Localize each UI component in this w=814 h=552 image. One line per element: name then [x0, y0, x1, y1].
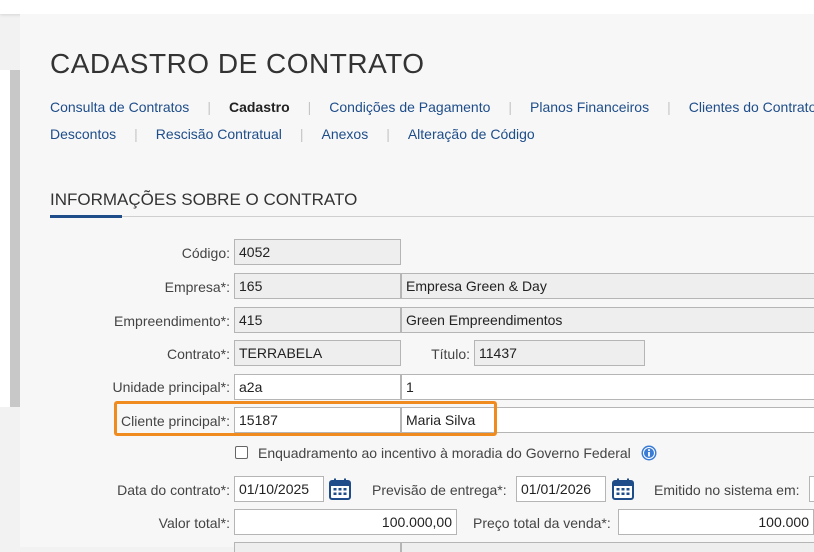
- contrato-field[interactable]: TERRABELA: [234, 340, 401, 366]
- previsao-entrega-label: Previsão de entrega*:: [372, 482, 507, 498]
- section-title: INFORMAÇÕES SOBRE O CONTRATO: [50, 190, 358, 209]
- data-contrato-label: Data do contrato*:: [117, 482, 230, 498]
- preco-total-venda-label: Preço total da venda*:: [473, 515, 611, 531]
- calendar-icon[interactable]: [612, 478, 634, 500]
- unidade-code-field[interactable]: a2a: [234, 374, 401, 400]
- empresa-name-field[interactable]: Empresa Green & Day: [401, 273, 814, 299]
- calendar-icon[interactable]: [329, 478, 351, 500]
- nav-separator: |: [299, 126, 304, 142]
- tab-descontos[interactable]: Descontos: [50, 126, 116, 142]
- preco-total-venda-field[interactable]: 100.000: [618, 509, 814, 535]
- empresa-label: Empresa*:: [164, 279, 230, 295]
- empreendimento-code-field[interactable]: 415: [234, 307, 401, 333]
- unidade-principal-label: Unidade principal*:: [112, 379, 230, 395]
- data-contrato-field[interactable]: 01/10/2025: [234, 476, 324, 502]
- contrato-label: Contrato*:: [166, 346, 230, 362]
- left-scrollbar[interactable]: [10, 70, 20, 407]
- section-divider: [50, 216, 814, 217]
- empresa-code-field[interactable]: 165: [234, 273, 401, 299]
- nav-separator: |: [667, 99, 671, 115]
- empreendimento-label: Empreendimento*:: [114, 313, 230, 329]
- previsao-entrega-field[interactable]: 01/01/2026: [516, 476, 606, 502]
- valor-total-field[interactable]: 100.000,00: [234, 509, 457, 535]
- emitido-sistema-label: Emitido no sistema em:: [654, 482, 800, 498]
- codigo-label: Código:: [181, 245, 230, 261]
- section-accent-bar: [50, 215, 122, 218]
- nav-tabs-row-2: Descontos | Rescisão Contratual | Anexos | Alt…: [50, 126, 535, 142]
- tab-clientes-do-contrato[interactable]: Clientes do Contrato: [689, 99, 814, 115]
- left-panel: [0, 70, 10, 407]
- titulo-label: Título:: [431, 346, 470, 362]
- info-icon[interactable]: [641, 445, 657, 461]
- nav-separator: |: [134, 126, 138, 142]
- nav-separator: |: [307, 99, 312, 115]
- valor-total-label: Valor total*:: [158, 515, 230, 531]
- unidade-name-field[interactable]: 1: [401, 374, 814, 400]
- titulo-field[interactable]: 11437: [474, 340, 645, 366]
- tab-alteracao-de-codigo[interactable]: Alteração de Código: [408, 126, 535, 142]
- tab-cadastro[interactable]: Cadastro: [229, 99, 290, 115]
- tab-consulta-de-contratos[interactable]: Consulta de Contratos: [50, 99, 189, 115]
- nav-tabs-row-1: Consulta de Contratos | Cadastro | Condições…: [50, 99, 814, 115]
- tab-rescisao-contratual[interactable]: Rescisão Contratual: [156, 126, 282, 142]
- codigo-field[interactable]: 4052: [234, 239, 401, 265]
- enquadramento-label: Enquadramento ao incentivo à moradia do …: [258, 445, 631, 461]
- page-title: CADASTRO DE CONTRATO: [50, 48, 425, 79]
- empreendimento-name-field[interactable]: Green Empreendimentos: [401, 307, 814, 333]
- cliente-highlight-box: [114, 401, 497, 436]
- top-bar: [0, 0, 814, 14]
- next-row-name-field[interactable]: [401, 542, 814, 552]
- tab-anexos[interactable]: Anexos: [322, 126, 369, 142]
- tab-condicoes-de-pagamento[interactable]: Condições de Pagamento: [329, 99, 490, 115]
- nav-separator: |: [386, 126, 390, 142]
- tab-planos-financeiros[interactable]: Planos Financeiros: [530, 99, 649, 115]
- nav-separator: |: [508, 99, 513, 115]
- enquadramento-checkbox[interactable]: [235, 446, 248, 459]
- nav-separator: |: [207, 99, 211, 115]
- next-row-code-field[interactable]: [234, 542, 401, 552]
- emitido-sistema-field[interactable]: [809, 476, 814, 502]
